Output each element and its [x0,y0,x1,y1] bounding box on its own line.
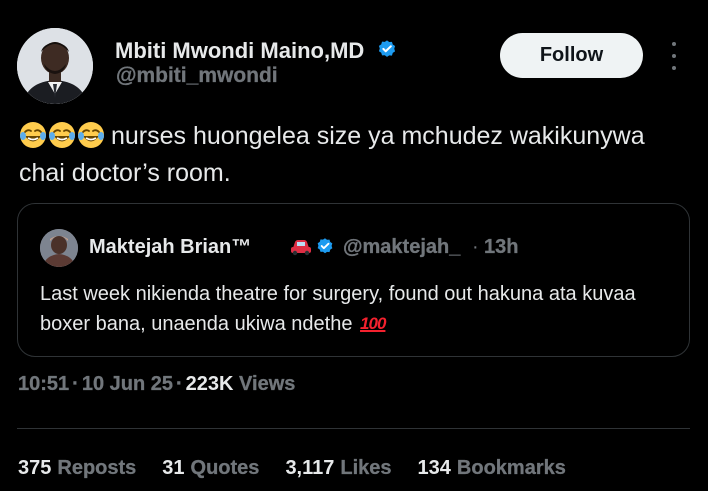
rolling-laughing-emoji-icon [20,122,46,148]
likes-count: 3,117 [285,457,335,479]
verified-badge-icon [317,238,333,254]
author-name[interactable]: Mbiti Mwondi Maino,MD [115,38,364,64]
follow-button[interactable]: Follow [500,33,643,78]
quote-separator: · [472,236,479,258]
bookmarks-count: 134 [417,457,451,479]
views-label: Views [239,373,296,395]
reposts-count: 375 [18,457,52,479]
stat-quotes[interactable]: 31 Quotes [162,457,259,480]
quote-text: Last week nikienda theatre for surgery, … [40,280,680,339]
reposts-label: Reposts [57,457,137,479]
quote-author-handle[interactable]: @maktejah_ [343,236,461,259]
likes-label: Likes [340,457,392,479]
divider [17,428,690,429]
meta-separator: · [176,373,183,395]
author-avatar[interactable] [17,28,93,104]
tweet-time[interactable]: 10:51 [18,373,69,395]
car-emoji-icon [291,240,311,256]
tweet-text: nurses huongelea size ya mchudez wakikun… [19,118,679,192]
quoted-tweet-card[interactable]: Maktejah Brian™ @maktejah_ · 13h Last we… [17,203,690,357]
quote-author-name[interactable]: Maktejah Brian™ [89,236,251,259]
tweet-detail: Mbiti Mwondi Maino,MD @mbiti_mwondi Foll… [0,0,708,491]
tweet-meta: 10:51 · 10 Jun 25 · 223K Views [18,373,296,396]
more-options-icon[interactable] [669,42,679,70]
tweet-body: nurses huongelea size ya mchudez wakikun… [19,122,645,187]
stat-bookmarks[interactable]: 134 Bookmarks [418,457,566,480]
stat-likes[interactable]: 3,117 Likes [285,457,391,480]
quote-body: Last week nikienda theatre for surgery, … [40,283,636,335]
verified-badge-icon [378,40,396,57]
rolling-laughing-emoji-icon [49,122,75,148]
hundred-points-emoji-icon: 100 [360,314,386,333]
tweet-date[interactable]: 10 Jun 25 [82,373,173,395]
author-handle[interactable]: @mbiti_mwondi [116,64,278,88]
quotes-count: 31 [162,457,185,479]
bookmarks-label: Bookmarks [456,457,566,479]
engagement-stats: 375 Reposts 31 Quotes 3,117 Likes 134 Bookma… [18,457,592,480]
quotes-label: Quotes [190,457,260,479]
meta-separator: · [72,373,79,395]
views-count: 223K [185,373,234,395]
rolling-laughing-emoji-icon [78,122,104,148]
quote-timestamp[interactable]: 13h [484,236,519,259]
emoji-group [19,121,105,149]
stat-reposts[interactable]: 375 Reposts [18,457,136,480]
quote-author-avatar[interactable] [40,229,78,267]
